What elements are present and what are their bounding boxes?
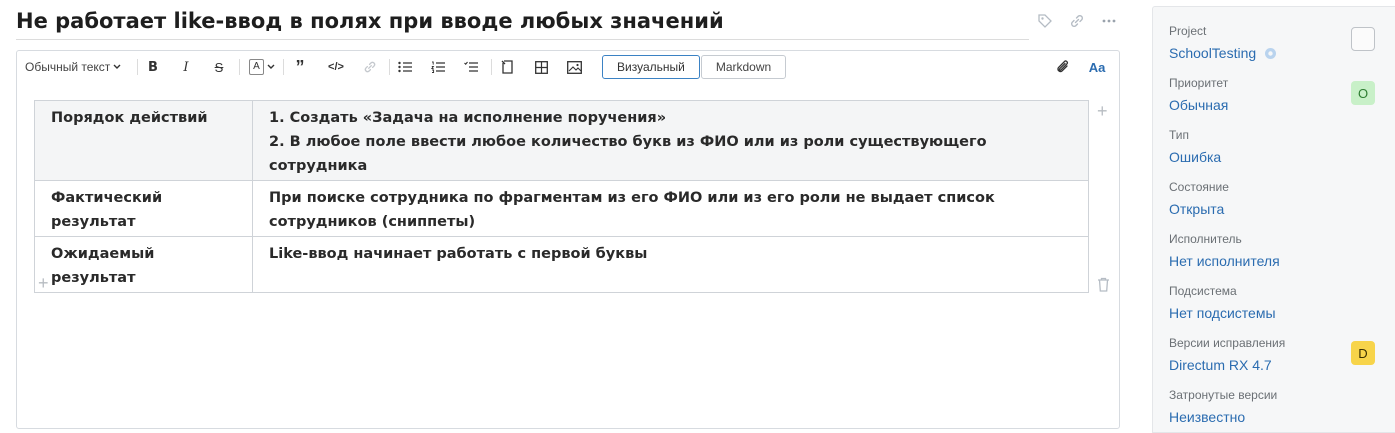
field-label: Затронутые версии — [1169, 388, 1278, 402]
field-value[interactable]: Нет подсистемы — [1169, 303, 1276, 323]
font-settings-button[interactable]: Aa — [1085, 55, 1109, 79]
field-value[interactable]: Нет исполнителя — [1169, 251, 1280, 271]
text-color-button[interactable]: A — [247, 55, 277, 79]
field-value[interactable]: Неизвестно — [1169, 407, 1277, 427]
field-label: Состояние — [1169, 180, 1229, 194]
table-cell-label[interactable]: Порядок действий — [34, 100, 253, 181]
toolbar-divider — [491, 59, 492, 75]
field-label: Версии исправления — [1169, 336, 1286, 350]
field-type: Тип Ошибка — [1169, 127, 1221, 167]
project-link[interactable]: SchoolTesting — [1169, 43, 1256, 63]
tab-visual[interactable]: Визуальный — [602, 55, 700, 79]
toolbar-divider — [283, 59, 284, 75]
toolbar-divider — [389, 59, 390, 75]
table-cell-value[interactable]: Like-ввод начинает работать с первой бук… — [252, 236, 1089, 293]
link-icon[interactable] — [1068, 12, 1086, 30]
issue-properties-sidebar: Project SchoolTesting Приоритет Обычная … — [1152, 6, 1395, 433]
field-value[interactable]: Открыта — [1169, 199, 1229, 219]
field-value[interactable]: Directum RX 4.7 — [1169, 355, 1285, 375]
quote-icon[interactable]: ” — [291, 55, 309, 79]
add-column-icon[interactable]: + — [1097, 102, 1108, 120]
tab-markdown[interactable]: Markdown — [700, 55, 787, 79]
field-value[interactable]: SchoolTesting — [1169, 43, 1277, 63]
italic-icon[interactable]: I — [178, 55, 194, 79]
field-state: Состояние Открыта — [1169, 179, 1229, 219]
tag-icon[interactable] — [1036, 12, 1054, 30]
table-cell-value[interactable]: 1. Создать «Задача на исполнение поручен… — [252, 100, 1089, 181]
field-assignee: Исполнитель Нет исполнителя — [1169, 231, 1280, 271]
table-row: Фактический результат При поиске сотрудн… — [34, 180, 1089, 237]
toolbar-divider — [239, 59, 240, 75]
field-subsystem: Подсистема Нет подсистемы — [1169, 283, 1276, 323]
chevron-down-icon — [113, 64, 121, 69]
add-row-icon[interactable]: + — [38, 274, 49, 292]
field-label: Приоритет — [1169, 76, 1229, 90]
table-cell-label[interactable]: Ожидаемый результат — [34, 236, 253, 293]
field-label: Тип — [1169, 128, 1190, 142]
title-actions — [1036, 12, 1118, 30]
field-value[interactable]: Ошибка — [1169, 147, 1221, 167]
field-affected-versions: Затронутые версии Неизвестно — [1169, 387, 1277, 427]
code-block-icon[interactable] — [499, 55, 515, 79]
project-gear-icon — [1265, 47, 1277, 59]
strikethrough-icon[interactable]: S — [211, 55, 227, 79]
table-icon[interactable] — [533, 55, 549, 79]
insert-link-icon[interactable] — [361, 55, 379, 79]
field-label: Project — [1169, 24, 1207, 38]
chevron-down-icon — [267, 64, 275, 69]
attachment-icon[interactable] — [1053, 55, 1073, 79]
table-cell-value[interactable]: При поиске сотрудника по фрагментам из е… — [252, 180, 1089, 237]
table-cell-label[interactable]: Фактический результат — [34, 180, 253, 237]
field-project: Project SchoolTesting — [1169, 23, 1277, 63]
project-avatar — [1351, 27, 1375, 51]
field-label: Подсистема — [1169, 284, 1237, 298]
table-row: Порядок действий 1. Создать «Задача на и… — [34, 100, 1089, 181]
image-icon[interactable] — [566, 55, 582, 79]
code-icon[interactable]: </> — [325, 55, 347, 79]
field-fix-versions: Версии исправления Directum RX 4.7 — [1169, 335, 1285, 375]
bold-icon[interactable]: B — [145, 55, 161, 79]
bullet-list-icon[interactable] — [397, 55, 413, 79]
checklist-icon[interactable] — [463, 55, 479, 79]
field-priority: Приоритет Обычная — [1169, 75, 1228, 115]
editor-toolbar: Обычный текст B I S A ” </> Визуальный M… — [17, 51, 1119, 83]
field-label: Исполнитель — [1169, 232, 1242, 246]
text-style-select[interactable]: Обычный текст — [25, 55, 121, 79]
text-color-icon: A — [249, 59, 264, 75]
field-value[interactable]: Обычная — [1169, 95, 1228, 115]
priority-badge: O — [1351, 81, 1375, 105]
issue-title[interactable]: Не работает like-ввод в полях при вводе … — [16, 6, 1029, 40]
editor-mode-tabs: Визуальный Markdown — [602, 55, 787, 79]
more-icon[interactable] — [1100, 12, 1118, 30]
version-badge: D — [1351, 341, 1375, 365]
delete-table-icon[interactable] — [1097, 277, 1110, 297]
text-style-label: Обычный текст — [25, 60, 111, 74]
step-line: 1. Создать «Задача на исполнение поручен… — [269, 110, 667, 126]
description-editor[interactable]: Обычный текст B I S A ” </> Визуальный M… — [16, 50, 1120, 429]
numbered-list-icon[interactable] — [430, 55, 446, 79]
table-row: Ожидаемый результат Like-ввод начинает р… — [34, 236, 1089, 293]
toolbar-divider — [137, 59, 138, 75]
description-table[interactable]: Порядок действий 1. Создать «Задача на и… — [34, 100, 1089, 293]
step-line: 2. В любое поле ввести любое количество … — [269, 134, 987, 174]
